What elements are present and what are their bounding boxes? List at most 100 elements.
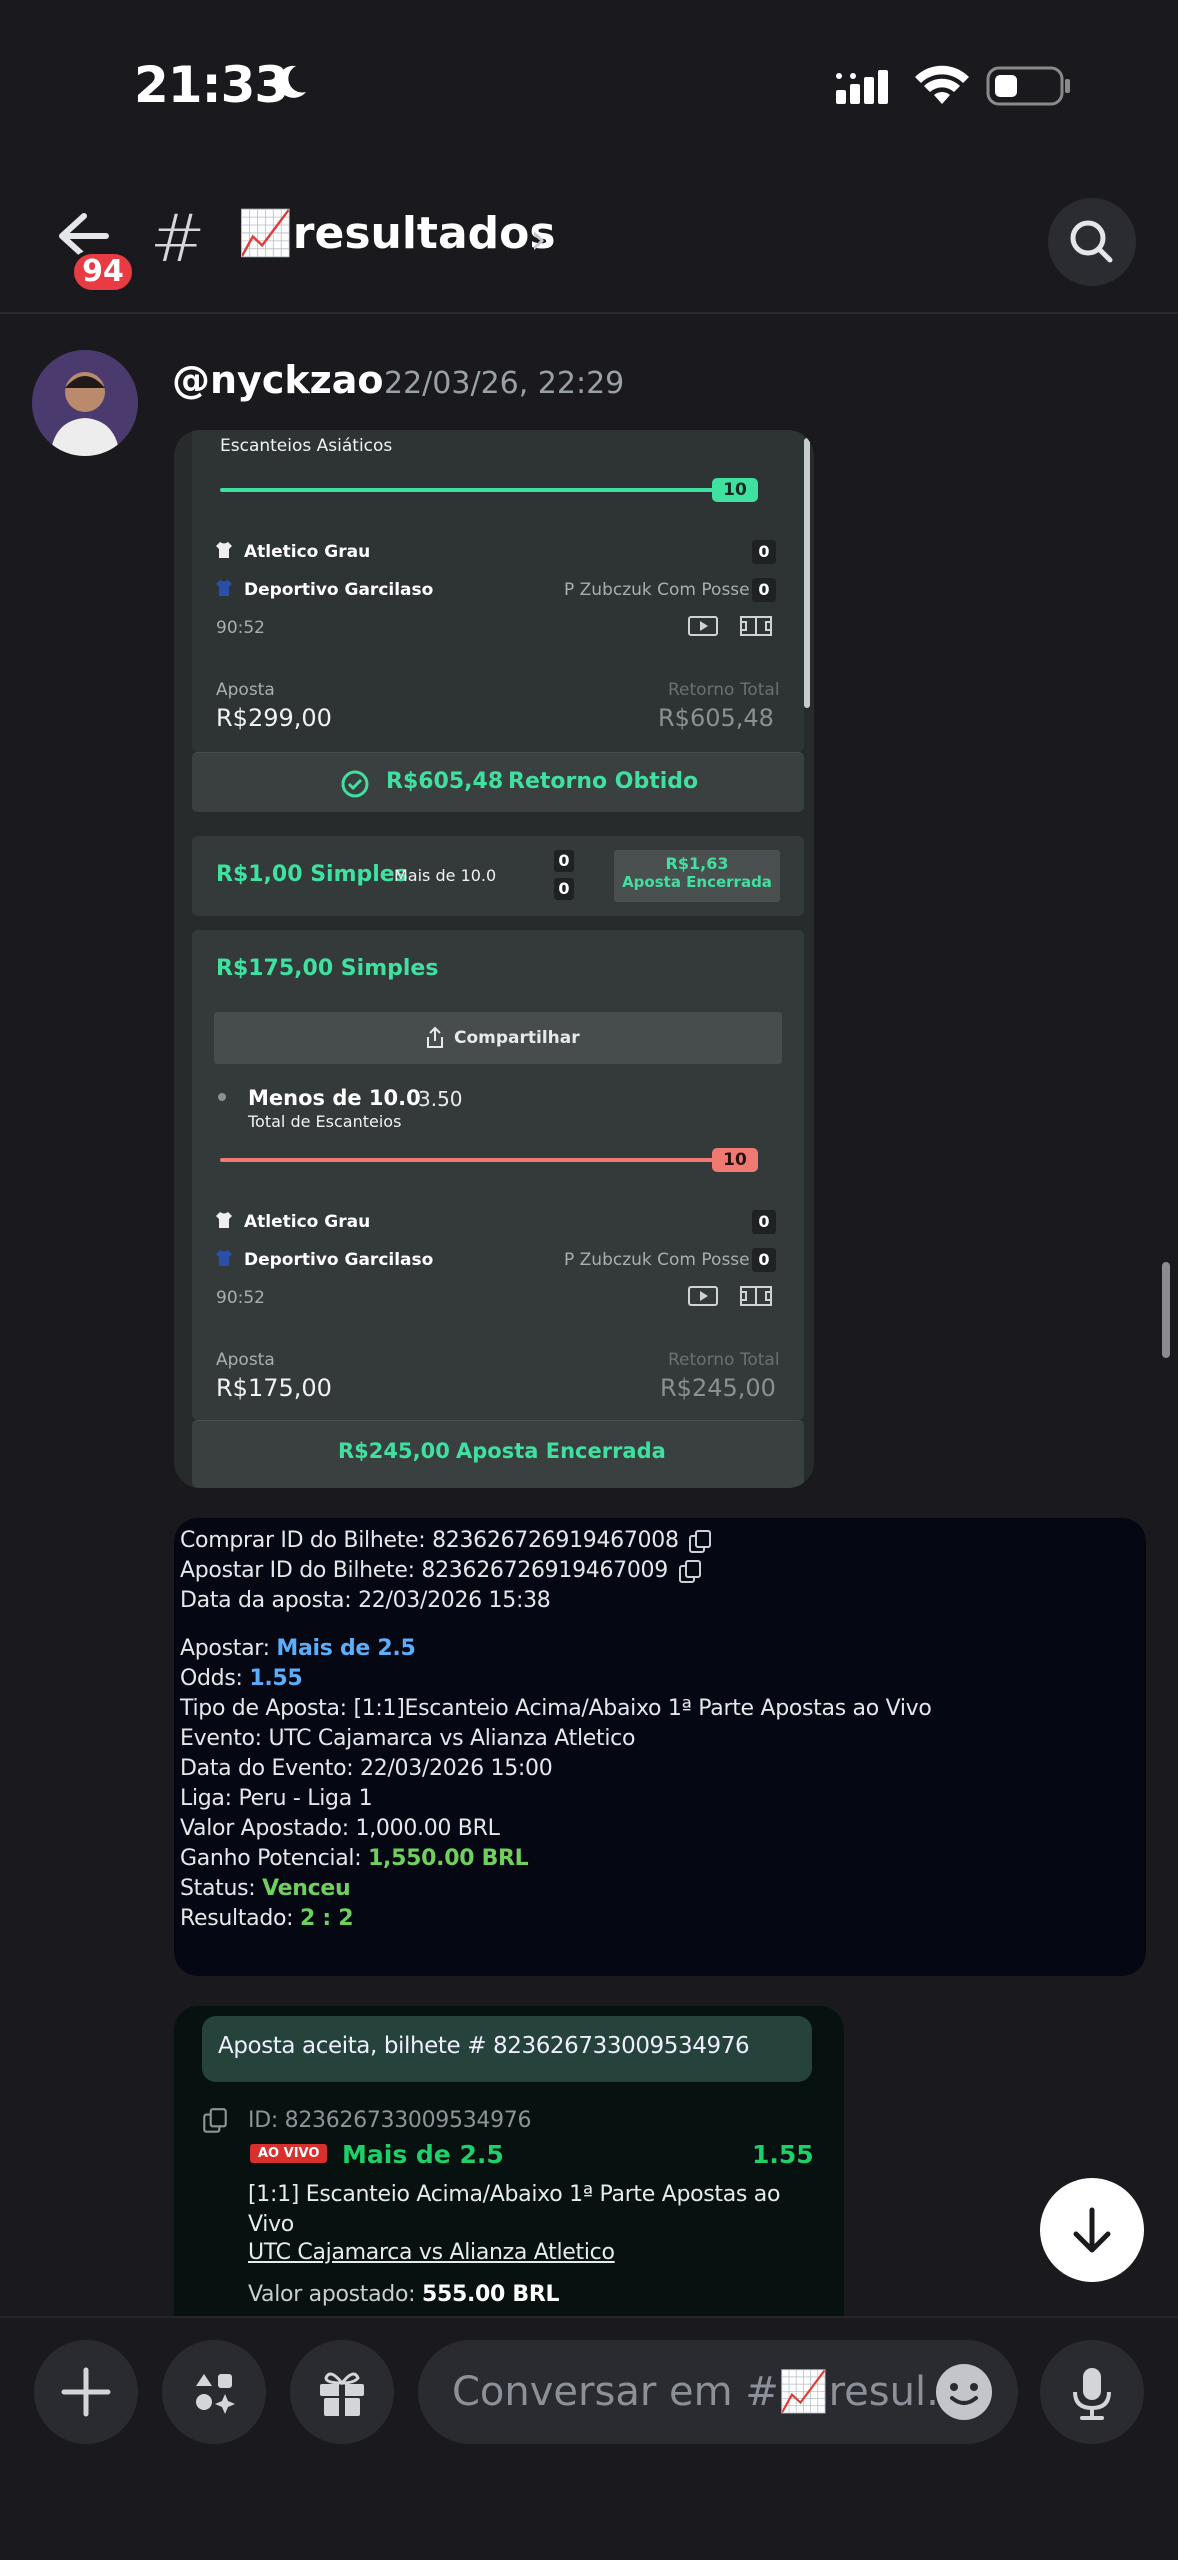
avatar[interactable] <box>32 350 138 456</box>
wifi-icon <box>915 65 969 104</box>
plus-icon <box>61 2367 111 2417</box>
stake-row: Valor Apostado: 1,000.00 BRL <box>180 1816 500 1841</box>
emoji-button[interactable] <box>932 2360 996 2424</box>
clock: 21:33 <box>134 56 289 114</box>
shirt-home-icon <box>214 540 234 564</box>
share-button[interactable]: Compartilhar <box>214 1012 782 1064</box>
accepted-stake-row: Valor apostado: 555.00 BRL <box>248 2282 560 2307</box>
copy-icon[interactable] <box>676 1558 704 1586</box>
add-button[interactable] <box>34 2340 138 2444</box>
accepted-header-text: Aposta aceita, bilhete # 823626733009534… <box>218 2033 750 2059</box>
bet2-title: R$175,00 Simples <box>216 956 439 981</box>
league-row: Liga: Peru - Liga 1 <box>180 1786 373 1811</box>
bet2-shirt-home-icon <box>214 1210 234 1234</box>
obtained-amount: R$605,48 <box>386 769 504 794</box>
copy-icon[interactable] <box>686 1528 714 1556</box>
unread-badge: 94 <box>70 250 136 294</box>
bet2-shirt-away-icon <box>214 1248 234 1272</box>
score-home: 0 <box>752 540 776 564</box>
accepted-bet-image[interactable]: Aposta aceita, bilhete # 823626733009534… <box>174 2006 844 2316</box>
player-tag: P Zubczuk Com Posse <box>564 580 750 600</box>
image-scrollbar <box>804 438 810 708</box>
line-badge: 10 <box>712 478 758 502</box>
search-button[interactable] <box>1048 198 1136 286</box>
search-icon <box>1070 220 1113 263</box>
cellular-signal-icon <box>836 70 888 104</box>
ticket-details-image[interactable]: Comprar ID do Bilhete: 82362672691946700… <box>174 1518 1146 1976</box>
match-time: 90:52 <box>216 618 265 638</box>
chevron-right-icon[interactable]: › <box>530 214 547 263</box>
apps-button[interactable] <box>162 2340 266 2444</box>
accepted-event-link[interactable]: UTC Cajamarca vs Alianza Atletico <box>248 2240 615 2265</box>
result-row: Resultado: 2 : 2 <box>180 1906 354 1931</box>
live-badge: AO VIVO <box>250 2144 328 2163</box>
message-input-placeholder: Conversar em #📈resul... <box>452 2369 965 2415</box>
jump-to-latest-button[interactable] <box>1040 2178 1144 2282</box>
bet2-market: Total de Escanteios <box>248 1112 402 1131</box>
status-bar: 21:33 <box>0 0 1178 170</box>
battery-icon <box>986 66 1070 106</box>
bet2-score-away: 0 <box>752 1248 776 1272</box>
gift-button[interactable] <box>290 2340 394 2444</box>
bet2-footer-amount: R$245,00 <box>338 1439 450 1463</box>
buy-id-row: Comprar ID do Bilhete: 82362672691946700… <box>180 1528 679 1553</box>
simple-status: Aposta Encerrada <box>622 873 772 891</box>
bet-type-row: Tipo de Aposta: [1:1]Escanteio Acima/Aba… <box>180 1696 932 1721</box>
gift-icon <box>320 2372 364 2416</box>
accepted-odds: 1.55 <box>752 2140 814 2169</box>
microphone-icon <box>1073 2368 1111 2420</box>
apps-icon <box>196 2374 235 2414</box>
bet-selection-row: Apostar: Mais de 2.5 <box>180 1636 416 1661</box>
bet2-pitch-icon <box>740 1286 772 1310</box>
simple-score-away: 0 <box>554 878 574 900</box>
obtained-label: Retorno Obtido <box>508 769 699 794</box>
bet2-player-tag: P Zubczuk Com Posse <box>564 1250 750 1270</box>
emoji-icon <box>936 2364 992 2420</box>
stake-value: R$299,00 <box>216 704 332 732</box>
bet2-footer-label: Aposta Encerrada <box>456 1439 666 1463</box>
progress-line-red <box>220 1158 740 1162</box>
bet2-line-badge: 10 <box>712 1148 758 1172</box>
play-icon <box>688 616 718 640</box>
simple-bet-row: R$1,00 Simples Mais de 10.0 0 0 R$1,63 A… <box>192 836 804 916</box>
return-label: Retorno Total <box>668 680 780 700</box>
bet2-selection: Menos de 10.0 <box>248 1086 421 1110</box>
bet-card-2: R$175,00 Simples Compartilhar Menos de 1… <box>192 930 804 1420</box>
bet2-team-home: Atletico Grau <box>244 1212 371 1232</box>
bet2-team-away: Deportivo Garcilaso <box>244 1250 434 1270</box>
simple-score-home: 0 <box>554 850 574 872</box>
bet2-play-icon <box>688 1286 718 1310</box>
team-away: Deportivo Garcilaso <box>244 580 434 600</box>
bet2-odds: 3.50 <box>418 1087 463 1111</box>
chat-scrollbar[interactable] <box>1162 1262 1170 1358</box>
bet-card-1: Escanteios Asiáticos 10 Atletico Grau 0 … <box>192 430 804 752</box>
returned-bar: R$605,48 Retorno Obtido <box>192 752 804 812</box>
bet2-stake-label: Aposta <box>216 1350 275 1370</box>
progress-line-green <box>220 488 740 492</box>
status-row: Status: Venceu <box>180 1876 351 1901</box>
arrow-down-icon <box>1073 2207 1111 2253</box>
simple-status-box: R$1,63 Aposta Encerrada <box>614 850 780 902</box>
shirt-away-icon <box>214 578 234 602</box>
channel-title[interactable]: 📈resultados <box>238 207 556 259</box>
username[interactable]: @nyckzao <box>172 358 384 402</box>
simple-amount: R$1,00 Simples <box>216 862 408 887</box>
hashtag-icon: # <box>150 200 206 277</box>
simple-return: R$1,63 <box>665 854 729 873</box>
event-row: Evento: UTC Cajamarca vs Alianza Atletic… <box>180 1726 636 1751</box>
share-label: Compartilhar <box>454 1028 580 1048</box>
event-date-row: Data do Evento: 22/03/2026 15:00 <box>180 1756 553 1781</box>
pitch-icon <box>740 616 772 640</box>
bet2-footer: R$245,00 Aposta Encerrada <box>192 1420 804 1488</box>
accepted-selection: Mais de 2.5 <box>342 2140 504 2169</box>
potential-row: Ganho Potencial: 1,550.00 BRL <box>180 1846 529 1871</box>
copy-icon[interactable] <box>200 2106 230 2136</box>
stake-label: Aposta <box>216 680 275 700</box>
bet2-match-time: 90:52 <box>216 1288 265 1308</box>
bet-slip-image[interactable]: Escanteios Asiáticos 10 Atletico Grau 0 … <box>174 430 814 1488</box>
bet2-stake-value: R$175,00 <box>216 1374 332 1402</box>
avatar-photo <box>32 350 138 456</box>
voice-message-button[interactable] <box>1040 2340 1144 2444</box>
moon-icon <box>277 65 306 98</box>
bet2-return-value: R$245,00 <box>660 1374 776 1402</box>
